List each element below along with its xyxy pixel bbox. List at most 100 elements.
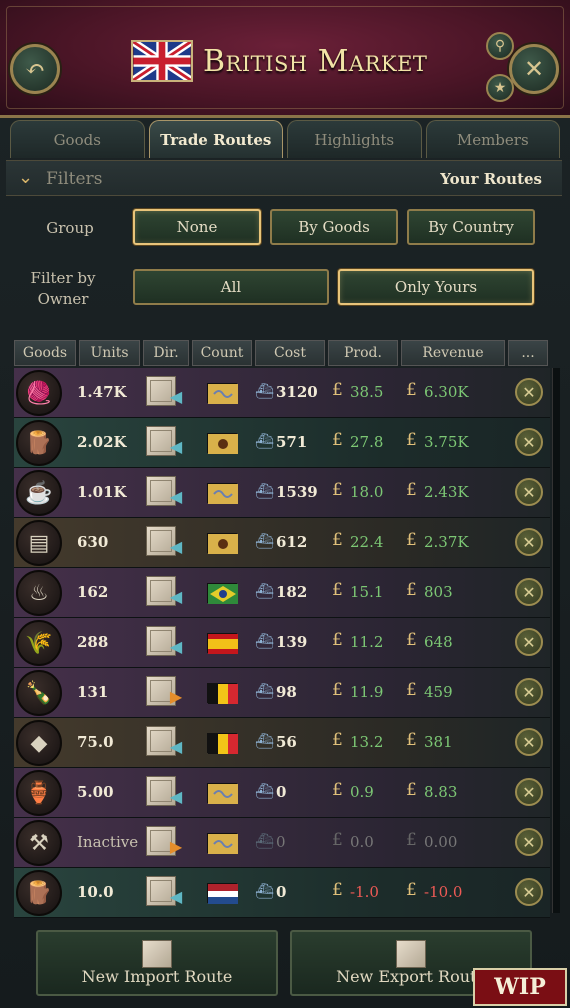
revenue-value: 2.43K	[424, 483, 469, 501]
pound-icon: £	[332, 680, 343, 700]
new-import-route-button[interactable]: New Import Route	[36, 930, 278, 996]
group-by-country-button[interactable]: By Country	[407, 209, 535, 245]
owner-only-yours-button[interactable]: Only Yours	[338, 269, 534, 305]
close-icon: ✕	[522, 582, 536, 602]
table-row[interactable]: ☕ 1.01K ◀ ⛴ 1539 £18.0 £2.43K ✕	[14, 468, 550, 518]
cancel-route-button[interactable]: ✕	[515, 378, 543, 406]
cancel-route-button[interactable]: ✕	[515, 478, 543, 506]
owner-all-button[interactable]: All	[133, 269, 329, 305]
cancel-route-button[interactable]: ✕	[515, 828, 543, 856]
col-more[interactable]: ...	[508, 340, 548, 366]
revenue-value: 8.83	[424, 783, 458, 801]
close-icon: ✕	[523, 55, 545, 83]
revenue-value: 2.37K	[424, 533, 469, 551]
units-value: 1.01K	[77, 483, 127, 501]
country-flag-icon[interactable]	[207, 533, 238, 554]
col-goods[interactable]: Goods	[14, 340, 76, 366]
cancel-route-button[interactable]: ✕	[515, 778, 543, 806]
cost-value: 182	[276, 583, 308, 601]
cancel-route-button[interactable]: ✕	[515, 528, 543, 556]
country-flag-icon[interactable]	[207, 433, 238, 454]
col-cost[interactable]: Cost	[255, 340, 325, 366]
col-units[interactable]: Units	[79, 340, 140, 366]
import-arrow-icon: ◀	[169, 787, 183, 806]
porcelain-vase-icon: 🏺	[16, 770, 62, 816]
group-none-button[interactable]: None	[133, 209, 261, 245]
cost-value: 0	[276, 833, 286, 851]
col-direction[interactable]: Dir.	[143, 340, 189, 366]
import-arrow-icon: ◀	[169, 537, 183, 556]
country-flag-icon[interactable]	[207, 833, 238, 854]
filters-label: Filters	[46, 169, 103, 189]
revenue-value: 381	[424, 733, 453, 751]
cancel-route-button[interactable]: ✕	[515, 878, 543, 906]
production-value: 11.9	[350, 683, 384, 701]
close-icon: ✕	[522, 532, 536, 552]
cancel-route-button[interactable]: ✕	[515, 428, 543, 456]
col-production[interactable]: Prod.	[328, 340, 398, 366]
units-value: 630	[77, 533, 109, 551]
table-row[interactable]: 🍾 131 ▶ ⛴ 98 £11.9 £459 ✕	[14, 668, 550, 718]
tea-cup-icon: ☕	[16, 470, 62, 516]
table-row[interactable]: ◆ 75.0 ◀ ⛴ 56 £13.2 £381 ✕	[14, 718, 550, 768]
col-revenue[interactable]: Revenue	[401, 340, 505, 366]
close-icon: ✕	[522, 732, 536, 752]
production-value: 18.0	[350, 483, 384, 501]
units-value: 131	[77, 683, 109, 701]
close-button[interactable]: ✕	[509, 44, 559, 94]
tab-members[interactable]: Members	[425, 120, 560, 158]
tools-icon: ⚒	[16, 820, 62, 866]
wood-logs-icon: 🪵	[16, 870, 62, 916]
import-arrow-icon: ◀	[169, 887, 183, 906]
tab-goods[interactable]: Goods	[10, 120, 145, 158]
country-flag-icon[interactable]	[207, 733, 238, 754]
table-row[interactable]: 🪵 2.02K ◀ ⛴ 571 £27.8 £3.75K ✕	[14, 418, 550, 468]
country-flag-icon[interactable]	[207, 633, 238, 654]
back-button[interactable]: ↶	[10, 44, 60, 94]
units-value: 1.47K	[77, 383, 127, 401]
cancel-route-button[interactable]: ✕	[515, 578, 543, 606]
table-row[interactable]: ♨ 162 ◀ ⛴ 182 £15.1 £803 ✕	[14, 568, 550, 618]
cost-value: 571	[276, 433, 308, 451]
table-row[interactable]: ▤ 630 ◀ ⛴ 612 £22.4 £2.37K ✕	[14, 518, 550, 568]
tab-trade-routes[interactable]: Trade Routes	[148, 120, 283, 158]
country-flag-icon[interactable]	[207, 683, 238, 704]
col-count[interactable]: Count	[192, 340, 252, 366]
export-crate-icon	[396, 940, 426, 968]
pound-icon: £	[332, 380, 343, 400]
country-flag-icon[interactable]	[207, 783, 238, 804]
favorite-button[interactable]: ★	[486, 74, 514, 102]
import-arrow-icon: ◀	[169, 487, 183, 506]
filters-toggle[interactable]: ⌄ Filters Your Routes	[6, 160, 562, 196]
group-by-goods-button[interactable]: By Goods	[270, 209, 398, 245]
table-row[interactable]: 🌾 288 ◀ ⛴ 139 £11.2 £648 ✕	[14, 618, 550, 668]
units-value: 2.02K	[77, 433, 127, 451]
table-row[interactable]: ⚒ Inactive ▶ ⛴ 0 £0.0 £0.00 ✕	[14, 818, 550, 868]
ship-icon: ⛴	[255, 382, 275, 400]
tab-highlights[interactable]: Highlights	[287, 120, 422, 158]
your-routes-label: Your Routes	[440, 170, 542, 188]
pound-icon: £	[332, 430, 343, 450]
country-flag-icon[interactable]	[207, 883, 238, 904]
table-row[interactable]: 🏺 5.00 ◀ ⛴ 0 £0.9 £8.83 ✕	[14, 768, 550, 818]
cancel-route-button[interactable]: ✕	[515, 678, 543, 706]
country-flag-icon[interactable]	[207, 483, 238, 504]
cancel-route-button[interactable]: ✕	[515, 728, 543, 756]
cancel-route-button[interactable]: ✕	[515, 628, 543, 656]
page-title: British Market	[203, 44, 428, 79]
search-button[interactable]: ⚲	[486, 32, 514, 60]
revenue-value: 6.30K	[424, 383, 469, 401]
country-flag-icon[interactable]	[207, 583, 238, 604]
market-panel: ↶ British Market ⚲ ✕ ★ Goods Trade Route…	[0, 0, 570, 1008]
revenue-value: 648	[424, 633, 453, 651]
country-flag-icon[interactable]	[207, 383, 238, 404]
ship-icon: ⛴	[255, 682, 275, 700]
pound-icon: £	[332, 780, 343, 800]
table-row[interactable]: 🧶 1.47K ◀ ⛴ 3120 £38.5 £6.30K ✕	[14, 368, 550, 418]
routes-scrollbar[interactable]	[552, 368, 560, 913]
pound-icon: £	[406, 630, 417, 650]
filter-by-owner-label: Filter by Owner	[30, 269, 96, 308]
table-row[interactable]: 🪵 10.0 ◀ ⛴ 0 £ -1.0 £ -10.0 ✕	[14, 868, 550, 918]
export-arrow-icon: ▶	[169, 837, 183, 856]
pound-icon: £	[406, 730, 417, 750]
